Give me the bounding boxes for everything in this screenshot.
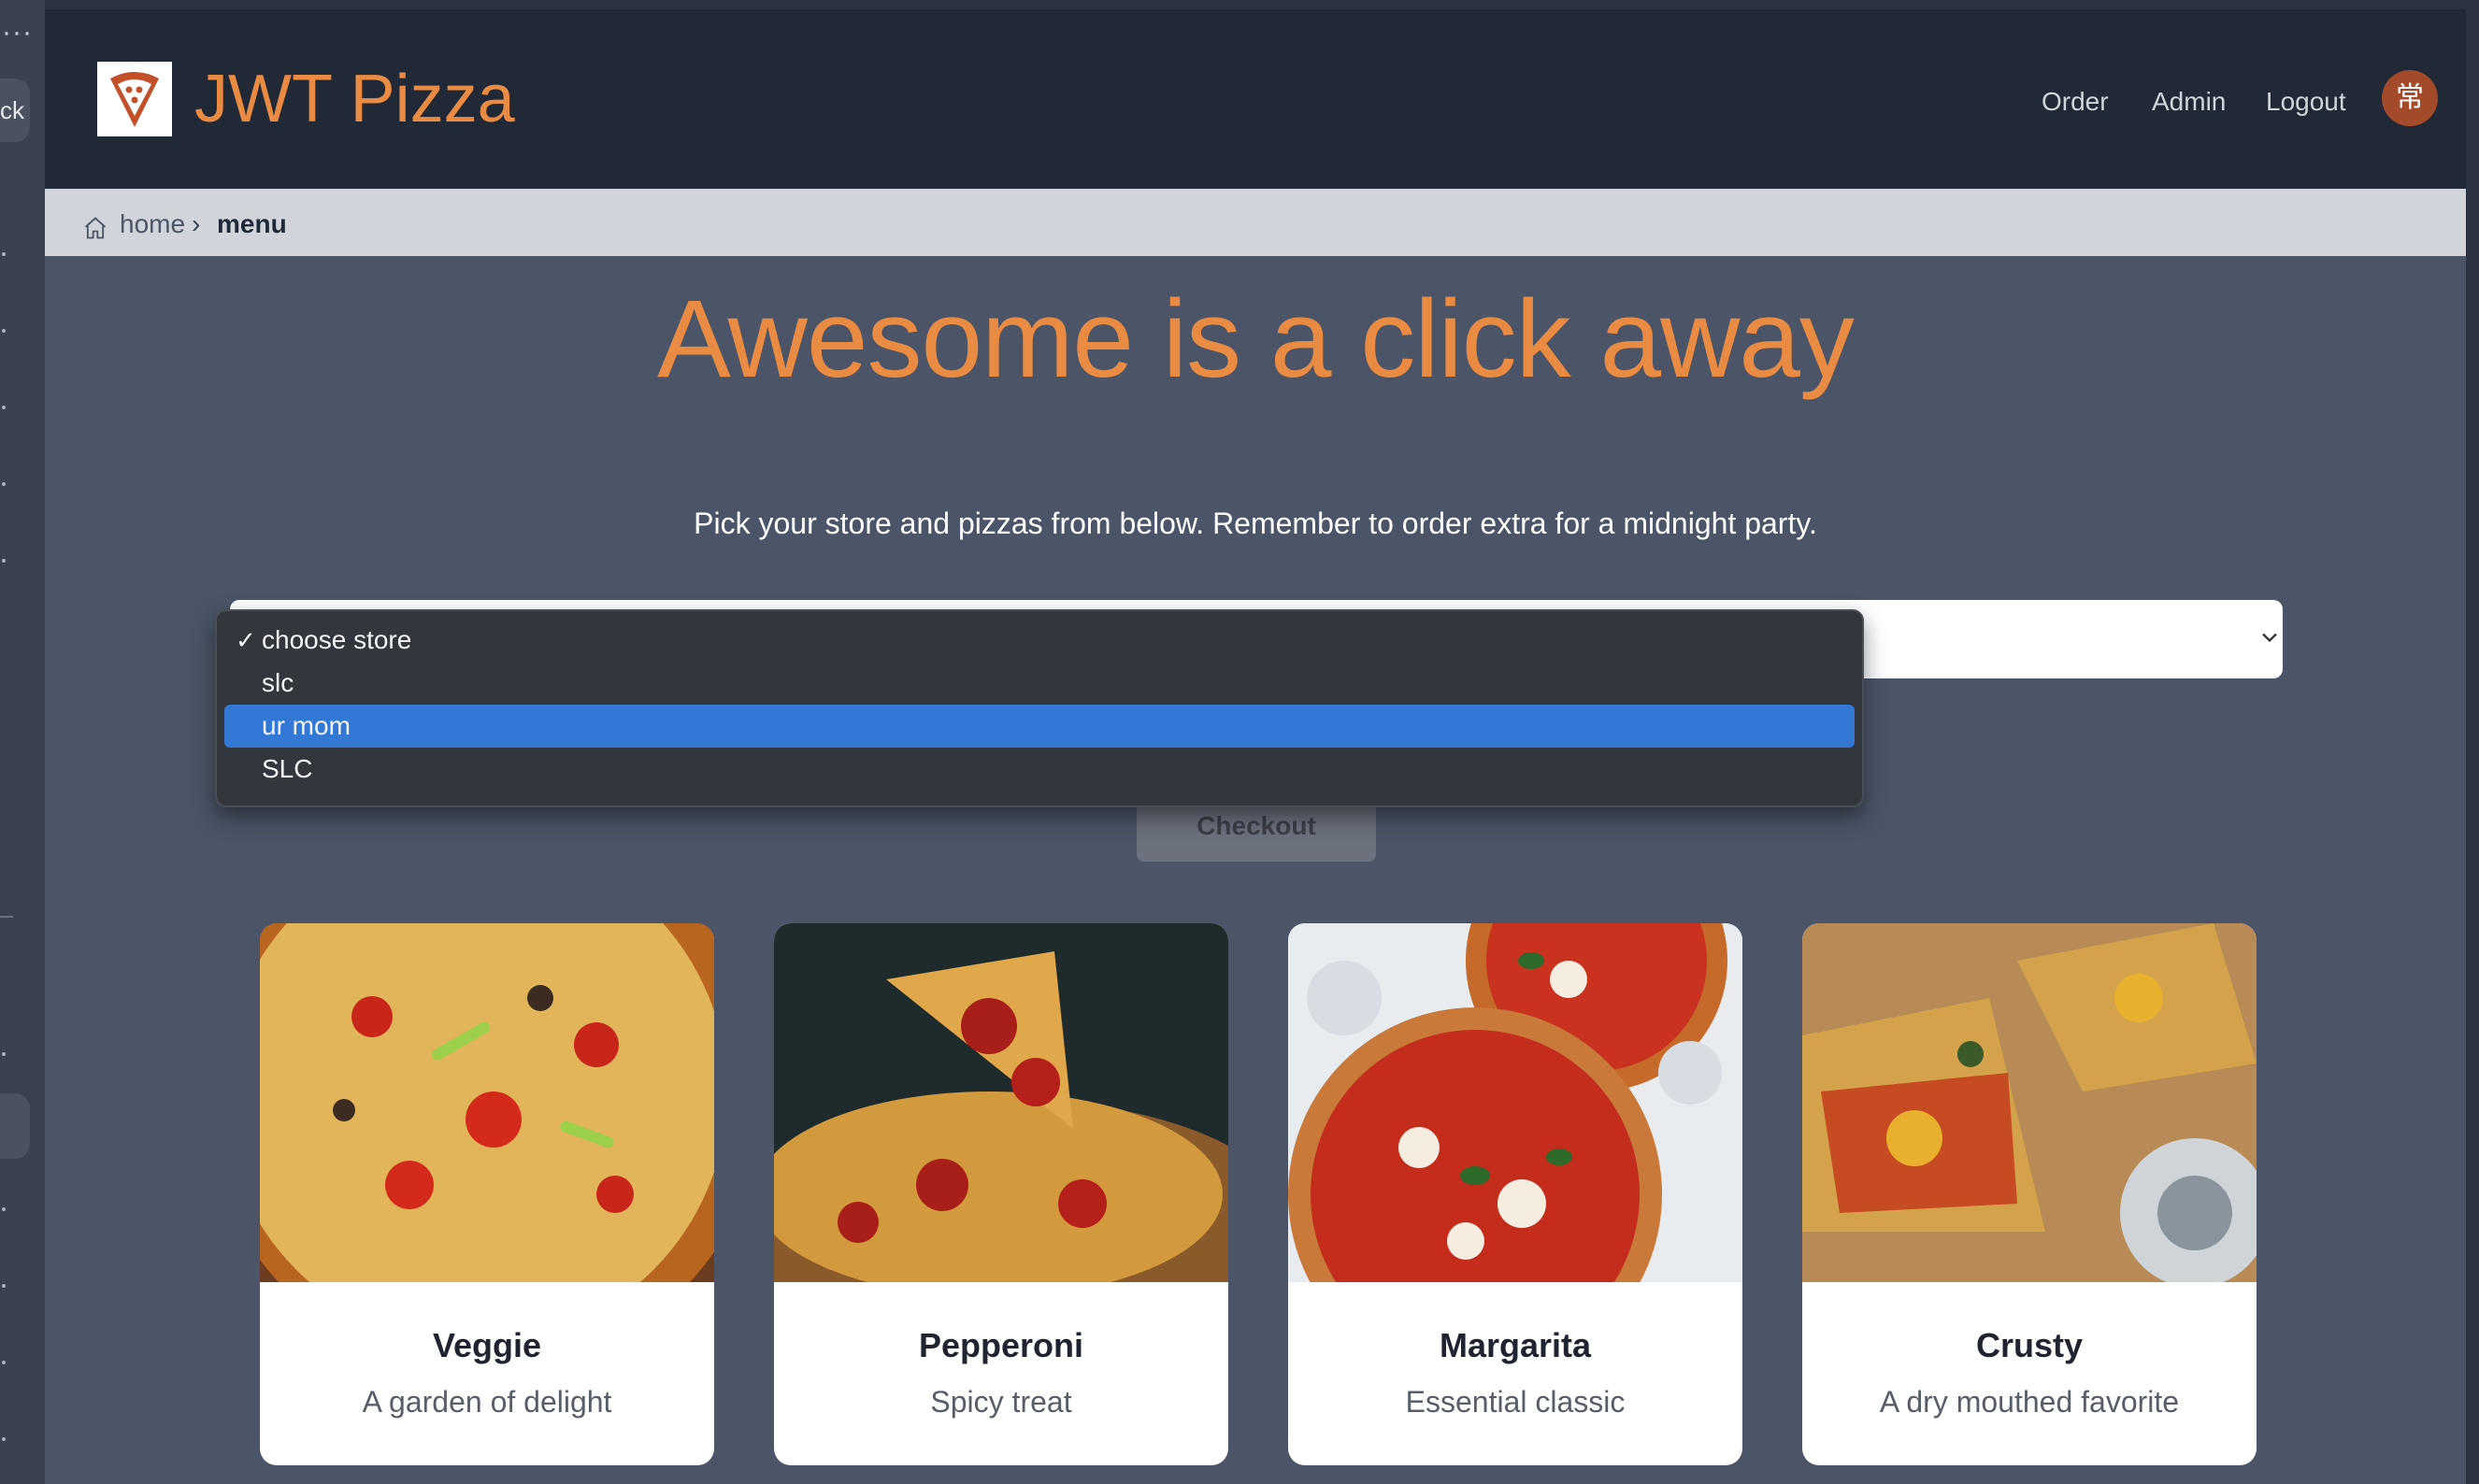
menu-card-veggie[interactable]: Veggie A garden of delight <box>260 923 714 1465</box>
sidebar-tick <box>2 482 6 486</box>
sidebar-tick <box>2 252 6 256</box>
sidebar-tick <box>2 1437 6 1441</box>
store-option-label: slc <box>262 668 294 697</box>
store-dropdown-menu: ✓ choose store slc ur mom SLC <box>215 609 1864 807</box>
brand-title[interactable]: JWT Pizza <box>194 60 515 138</box>
home-icon[interactable] <box>82 215 108 241</box>
nav-logout-link[interactable]: Logout <box>2266 86 2346 118</box>
menu-card-title: Crusty <box>1975 1326 2084 1364</box>
checkmark-icon: ✓ <box>236 626 256 654</box>
host-sidebar-pill[interactable]: ck <box>0 78 30 142</box>
page-subtitle: Pick your store and pizzas from below. R… <box>694 507 1817 540</box>
breadcrumb: home › menu <box>45 189 2466 256</box>
sidebar-tick <box>2 1284 6 1288</box>
host-sidebar-pill-2[interactable] <box>0 1093 30 1159</box>
more-dots-icon[interactable]: ··· <box>2 17 33 49</box>
sidebar-tick <box>2 1207 6 1211</box>
menu-card-title: Pepperoni <box>918 1326 1084 1364</box>
store-option-label: ur mom <box>262 711 351 740</box>
sidebar-tick <box>2 1052 6 1056</box>
veggie-pizza-image <box>260 923 714 1282</box>
store-option-ur-mom[interactable]: ur mom <box>224 705 1855 748</box>
menu-card-description: A dry mouthed favorite <box>1879 1385 2180 1419</box>
brand-logo[interactable] <box>97 62 172 136</box>
user-avatar[interactable]: 常 <box>2382 70 2438 126</box>
menu-card-title: Margarita <box>1439 1326 1592 1364</box>
host-sidebar: ··· ck <box>0 0 45 1484</box>
store-option-label: choose store <box>262 625 412 654</box>
menu-card-pepperoni[interactable]: Pepperoni Spicy treat <box>774 923 1228 1465</box>
menu-card-description: Essential classic <box>1405 1385 1626 1419</box>
app-window: JWT Pizza Order Admin Logout 常 home › me… <box>45 9 2466 1484</box>
store-option-label: SLC <box>262 754 313 783</box>
crusty-pizza-image <box>1802 923 2257 1282</box>
sidebar-tick <box>2 559 6 563</box>
menu-card-title: Veggie <box>432 1326 542 1364</box>
margarita-pizza-image <box>1288 923 1742 1282</box>
breadcrumb-separator: › <box>192 209 201 238</box>
menu-card-crusty[interactable]: Crusty A dry mouthed favorite <box>1802 923 2257 1465</box>
pizza-logo-icon <box>110 72 159 127</box>
sidebar-divider <box>0 916 13 918</box>
navbar: JWT Pizza Order Admin Logout 常 <box>45 9 2466 189</box>
menu-card-description: A garden of delight <box>362 1385 612 1419</box>
menu-card-margarita[interactable]: Margarita Essential classic <box>1288 923 1742 1465</box>
store-option-slc[interactable]: slc <box>224 662 1855 705</box>
breadcrumb-home-link[interactable]: home <box>120 209 185 239</box>
store-option-SLC[interactable]: SLC <box>224 748 1855 791</box>
page-headline: Awesome is a click away <box>657 278 1855 401</box>
menu-card-description: Spicy treat <box>930 1385 1072 1419</box>
pepperoni-pizza-image <box>774 923 1228 1282</box>
nav-order-link[interactable]: Order <box>2042 86 2109 118</box>
sidebar-tick <box>2 329 6 333</box>
breadcrumb-current: menu <box>217 209 287 238</box>
store-option-choose-store[interactable]: ✓ choose store <box>224 619 1855 662</box>
sidebar-tick <box>2 406 6 409</box>
nav-admin-link[interactable]: Admin <box>2152 86 2226 118</box>
chevron-down-icon[interactable] <box>2257 624 2283 650</box>
sidebar-tick <box>2 1361 6 1364</box>
